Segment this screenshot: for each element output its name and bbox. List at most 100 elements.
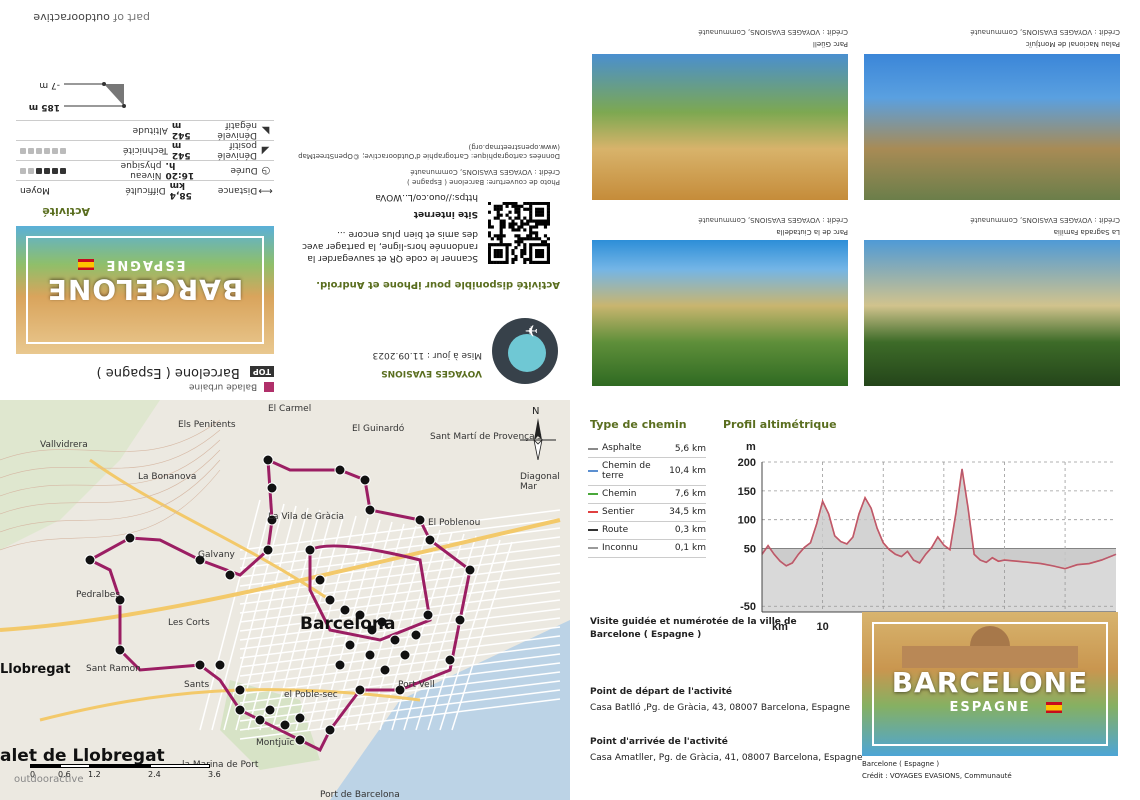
map-place-label: El Poblenou xyxy=(428,518,481,528)
route-map[interactable]: Vallvidrera El Carmel Els Penitents El Guin… xyxy=(0,400,570,800)
path-type-km: 0,1 km xyxy=(674,543,706,554)
poi-marker[interactable] xyxy=(389,634,401,646)
altitude-mini-profile: 185 m -7 m xyxy=(16,54,274,114)
photo-credit: Crédit : VOYAGES EVASIONS, Communauté xyxy=(698,216,848,224)
y-axis-label: m xyxy=(746,441,756,453)
poi-marker[interactable] xyxy=(410,629,422,641)
poi-marker[interactable] xyxy=(324,594,336,606)
map-credit: Données cartographique: Cartographie d'O… xyxy=(298,142,560,161)
poi-marker[interactable] xyxy=(454,614,466,626)
y-tick-label: 150 xyxy=(738,486,756,498)
y-tick-label: 200 xyxy=(738,457,756,469)
poi-marker[interactable] xyxy=(224,569,236,581)
elevation-profile-title: Profil altimétrique xyxy=(723,418,837,431)
start-address: Casa Batlló ,Pg. de Gràcia, 43, 08007 Ba… xyxy=(590,703,851,713)
level-dot xyxy=(28,168,34,175)
map-place-label: Port Vell xyxy=(398,680,435,690)
poi-marker[interactable] xyxy=(304,544,316,556)
poi-marker[interactable] xyxy=(379,664,391,676)
qr-code[interactable] xyxy=(487,201,550,264)
poi-marker[interactable] xyxy=(399,649,411,661)
path-type-swatch xyxy=(588,511,598,514)
technical-level-dots xyxy=(16,146,101,156)
photo-caption: Parc Güell xyxy=(812,40,848,48)
stat-value: 542 m xyxy=(171,140,191,161)
poi-marker[interactable] xyxy=(264,704,276,716)
map-place-label: La Vila de Gràcia xyxy=(268,512,344,522)
path-type-name: Sentier xyxy=(602,507,635,518)
poi-marker[interactable] xyxy=(359,474,371,486)
poi-marker[interactable] xyxy=(314,574,326,586)
publisher: VOYAGES EVASIONS Mise à jour : 11.09.202… xyxy=(362,350,482,378)
photo-credit: Crédit : VOYAGES EVASIONS, Communauté xyxy=(698,28,848,36)
website-label: Site internet xyxy=(413,208,478,219)
poi-marker[interactable] xyxy=(444,654,456,666)
map-city-label: Barcelona xyxy=(300,614,396,634)
path-type-row: Route 0,3 km xyxy=(588,522,706,540)
photo-parc-ciutadella xyxy=(592,240,848,386)
poi-marker[interactable] xyxy=(266,482,278,494)
photo-caption: Parc de la Ciutadella xyxy=(776,228,848,236)
poi-marker[interactable] xyxy=(364,649,376,661)
stat-label-2: Altitude xyxy=(132,125,168,136)
poi-marker[interactable] xyxy=(254,714,266,726)
poi-marker[interactable] xyxy=(364,504,376,516)
publisher-logo: ✈ xyxy=(492,318,558,384)
poi-marker[interactable] xyxy=(354,684,366,696)
y-tick-label: 100 xyxy=(738,515,756,527)
poi-marker[interactable] xyxy=(344,639,356,651)
poi-marker[interactable] xyxy=(294,712,306,724)
poi-marker[interactable] xyxy=(234,684,246,696)
activity-heading: Activité xyxy=(42,205,90,218)
stat-value: 542 m xyxy=(171,120,191,141)
poi-marker[interactable] xyxy=(262,544,274,556)
brand: part of outdooractive xyxy=(33,11,150,24)
map-place-label: Montjuïc xyxy=(256,738,295,748)
map-place-label: El Guinardó xyxy=(352,424,405,434)
photo-credit: Crédit : VOYAGES EVASIONS, Communauté xyxy=(970,216,1120,224)
map-place-label: Els Penitents xyxy=(178,420,236,430)
path-type-km: 34,5 km xyxy=(669,507,706,518)
stat-label: Durée xyxy=(230,165,258,176)
map-place-label: Les Corts xyxy=(168,618,210,628)
map-place-label: Pedralbes xyxy=(76,590,121,600)
ascent-icon: ◢ xyxy=(261,145,270,156)
path-type-name: Chemin xyxy=(602,489,637,500)
details-panel: Type de chemin Asphalte 5,6 km Chemin de t… xyxy=(570,400,1140,800)
stat-label-2: Difficulté xyxy=(125,185,166,196)
distance-icon: ⟷ xyxy=(258,185,273,196)
poi-marker[interactable] xyxy=(214,659,226,671)
scale-tick: 1.2 xyxy=(88,770,101,779)
poi-marker[interactable] xyxy=(324,724,336,736)
clock-icon: ◷ xyxy=(261,165,271,176)
updated-date: Mise à jour : 11.09.2023 xyxy=(372,350,482,360)
start-heading: Point de départ de l'activité xyxy=(590,687,732,697)
urban-walk-icon xyxy=(264,382,274,392)
poi-marker[interactable] xyxy=(124,532,136,544)
poi-marker[interactable] xyxy=(334,464,346,476)
cover-image: BARCELONE ESPAGNE xyxy=(16,226,274,354)
poi-marker[interactable] xyxy=(294,734,306,746)
poi-marker[interactable] xyxy=(424,534,436,546)
poi-marker[interactable] xyxy=(114,644,126,656)
stat-label: Distance xyxy=(217,185,258,196)
poi-marker[interactable] xyxy=(414,514,426,526)
level-dot xyxy=(52,168,58,175)
stat-label-2: Technicité xyxy=(122,145,168,156)
poi-marker[interactable] xyxy=(234,704,246,716)
poi-marker[interactable] xyxy=(422,609,434,621)
website-url[interactable]: https://ouo.co/L..WOVa xyxy=(288,191,478,203)
poi-marker[interactable] xyxy=(194,659,206,671)
stat-row-descent: ◣ Dénivelé négatif 542 m Altitude xyxy=(16,120,274,141)
poi-marker[interactable] xyxy=(464,564,476,576)
cover-caption: Barcelone ( Espagne ) xyxy=(862,760,940,768)
poi-marker[interactable] xyxy=(262,454,274,466)
poi-marker[interactable] xyxy=(334,659,346,671)
map-watermark: outdooractive xyxy=(14,774,84,785)
poi-marker[interactable] xyxy=(84,554,96,566)
poi-marker[interactable] xyxy=(279,719,291,731)
path-type-name: Asphalte xyxy=(602,443,642,454)
path-type-swatch xyxy=(588,470,598,473)
scale-tick: 2.4 xyxy=(148,770,161,779)
map-llobregat-label: Llobregat xyxy=(0,662,71,677)
